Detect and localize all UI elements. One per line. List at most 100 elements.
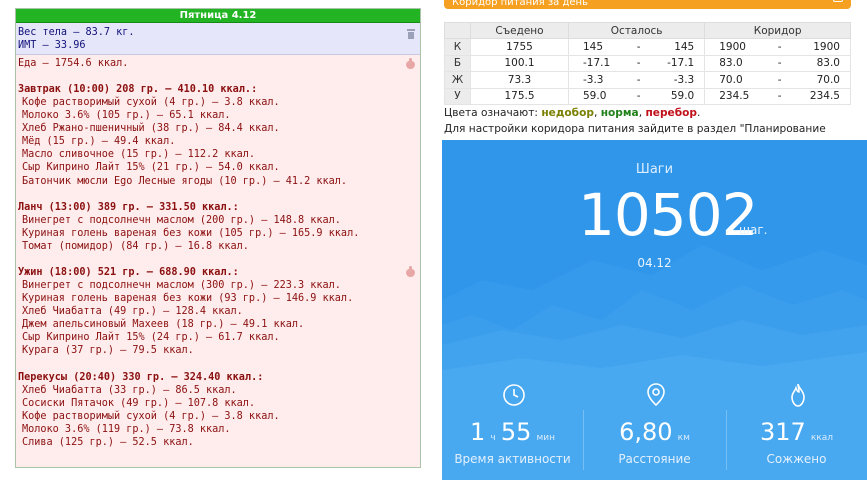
legend-over: перебор: [645, 107, 697, 119]
left-cell: -17.1 - -17.1: [567, 54, 706, 72]
column-header: Осталось: [567, 22, 706, 39]
range-dash: -: [636, 90, 641, 103]
column-header: Съедено: [470, 22, 569, 39]
row-key: К: [444, 38, 471, 56]
corridor-cell: 83.0 - 83.0: [704, 54, 851, 72]
range-dash: -: [636, 40, 641, 53]
meal-item: Джем апельсиновый Махеев (18 гр.) — 49.1…: [22, 319, 305, 331]
eaten-cell: 1755: [470, 38, 569, 56]
left-cell: 145 - 145: [567, 38, 706, 56]
meal-item: Хлеб Ржано-пшеничный (38 гр.) — 84.4 кка…: [22, 123, 280, 135]
range-from: -3.3: [583, 73, 604, 86]
legend-end: .: [696, 107, 701, 119]
food-total: Еда — 1754.6 ккал.: [18, 58, 129, 69]
body-metrics: Вес тела — 83.7 кг. ИМТ — 33.96: [16, 23, 420, 55]
hours-unit: ч: [490, 433, 496, 443]
eaten-cell: 175.5: [470, 87, 569, 105]
range-to: 59.0: [670, 90, 695, 103]
steps-card: Шаги 10502 шаг. 04.12 1 ч 55 мин Время а…: [442, 140, 867, 488]
table-row: Б 100.1 -17.1 - -17.1 83.0 - 83.0: [444, 54, 851, 72]
range-dash: -: [636, 73, 641, 86]
distance-unit: км: [677, 433, 690, 443]
calories-value: 317: [759, 418, 806, 446]
meal-dinner: Ужин (18:00) 521 гр. — 688.90 ккал.: Вин…: [18, 265, 418, 358]
stat-label: Время активности: [454, 452, 571, 466]
clock-icon: [503, 384, 525, 406]
meal-item: Молоко 3.6% (119 гр.) — 73.8 ккал.: [22, 423, 231, 435]
meal-item: Томат (помидор) (84 гр.) — 16.8 ккал.: [22, 240, 249, 252]
corridor-cell: 234.5 - 234.5: [704, 87, 851, 105]
hand-pointer-icon[interactable]: [405, 265, 416, 277]
table-header-row: Съедено Осталось Коридор: [444, 22, 851, 39]
range-from: 70.0: [719, 73, 743, 86]
range-dash: -: [777, 40, 782, 53]
food-diary-panel: Пятница 4.12 Вес тела — 83.7 кг. ИМТ — 3…: [15, 8, 421, 468]
range-dash: -: [636, 57, 641, 70]
meal-item: Сосиски Пятачок (49 гр.) — 107.8 ккал.: [22, 397, 256, 409]
hand-pointer-icon[interactable]: [405, 58, 416, 69]
legend-sep: ,: [593, 107, 598, 119]
steps-value: 10502: [578, 181, 759, 249]
left-cell: 59.0 - 59.0: [567, 87, 706, 105]
food-section: Еда — 1754.6 ккал. Завтрак (10:00) 208 г…: [16, 55, 420, 451]
meal-lunch: Ланч (13:00) 389 гр. — 331.50 ккал.: Вин…: [18, 201, 418, 253]
trash-icon[interactable]: [406, 29, 416, 39]
meal-header: Перекусы (20:40) 330 гр. — 324.40 ккал.:: [18, 371, 264, 383]
meal-snacks: Перекусы (20:40) 330 гр. — 324.40 ккал.:…: [18, 371, 418, 449]
row-key: Б: [444, 54, 471, 72]
corridor-bar-label: Коридор питания за день: [452, 0, 588, 8]
range-to: 83.0: [816, 57, 840, 70]
table-row: К 1755 145 - 145 1900 - 1900: [444, 38, 851, 56]
legend-under: недобор: [541, 107, 594, 119]
column-header: [444, 22, 471, 39]
meal-item: Курага (37 гр.) — 79.5 ккал.: [22, 345, 194, 357]
meal-item: Молоко 3.6% (105 гр.) — 65.1 ккал.: [22, 110, 231, 122]
stat-value: 317 ккал: [726, 418, 867, 446]
meal-item: Хлеб Чиабатта (33 гр.) — 86.5 ккал.: [22, 384, 237, 396]
bmi: ИМТ — 33.96: [18, 40, 86, 51]
range-from: 1900: [719, 40, 746, 53]
edit-icon[interactable]: [833, 0, 843, 2]
steps-label: Шаги: [635, 162, 674, 177]
range-dash: -: [777, 57, 782, 70]
minutes-unit: мин: [536, 433, 555, 443]
meal-header: Завтрак (10:00) 208 гр. — 410.10 ккал.:: [18, 84, 258, 95]
range-from: -17.1: [583, 57, 611, 70]
range-dash: -: [777, 90, 782, 103]
table-row: У 175.5 59.0 - 59.0 234.5 - 234.5: [444, 87, 851, 105]
range-from: 59.0: [583, 90, 607, 103]
day-title: Пятница 4.12: [16, 9, 420, 23]
meal-item: Куриная голень вареная без кожи (93 гр.)…: [22, 293, 354, 305]
range-to: -17.1: [667, 57, 695, 70]
eaten-cell: 100.1: [470, 54, 569, 72]
hours-value: 1: [470, 418, 486, 446]
column-header: Коридор: [704, 22, 851, 39]
row-key: Ж: [444, 71, 471, 89]
body-weight: Вес тела — 83.7 кг.: [18, 27, 135, 38]
range-from: 145: [583, 40, 604, 53]
meal-item: Винегрет с подсолнечн маслом (200 гр.) —…: [22, 214, 341, 226]
meal-item: Куриная голень вареная без кожи (105 гр.…: [22, 227, 360, 239]
steps-date: 04.12: [637, 256, 672, 270]
meal-header: Ланч (13:00) 389 гр. — 331.50 ккал.:: [18, 201, 239, 213]
meal-item: Масло сливочное (15 гр.) — 112.2 ккал.: [22, 149, 256, 161]
range-to: 70.0: [816, 73, 840, 86]
corridor-cell: 1900 - 1900: [704, 38, 851, 56]
minutes-value: 55: [500, 418, 532, 446]
meal-item: Мёд (15 гр.) — 49.4 ккал.: [22, 136, 176, 148]
meal-item: Слива (125 гр.) — 52.5 ккал.: [22, 436, 194, 448]
stat-label: Сожжено: [766, 452, 827, 466]
calories-unit: ккал: [810, 433, 834, 443]
corridor-bar[interactable]: Коридор питания за день: [444, 0, 851, 9]
stat-value: 6,80 км: [584, 418, 725, 446]
nutrition-table: Съедено Осталось Коридор К 1755 145 - 145 …: [444, 22, 851, 105]
steps-unit: шаг.: [739, 223, 768, 237]
corridor-hint: Для настройки коридора питания зайдите в…: [444, 123, 826, 135]
range-to: 234.5: [809, 90, 840, 103]
legend-norm: норма: [600, 107, 639, 119]
row-key: У: [444, 87, 471, 105]
meal-item: Сыр Киприно Лайт 15% (21 гр.) — 54.0 кка…: [22, 162, 280, 174]
meal-breakfast: Завтрак (10:00) 208 гр. — 410.10 ккал.: …: [18, 83, 418, 188]
meal-item: Хлеб Чиабатта (49 гр.) — 128.4 ккал.: [22, 306, 243, 318]
legend-prefix: Цвета означают:: [444, 107, 538, 119]
